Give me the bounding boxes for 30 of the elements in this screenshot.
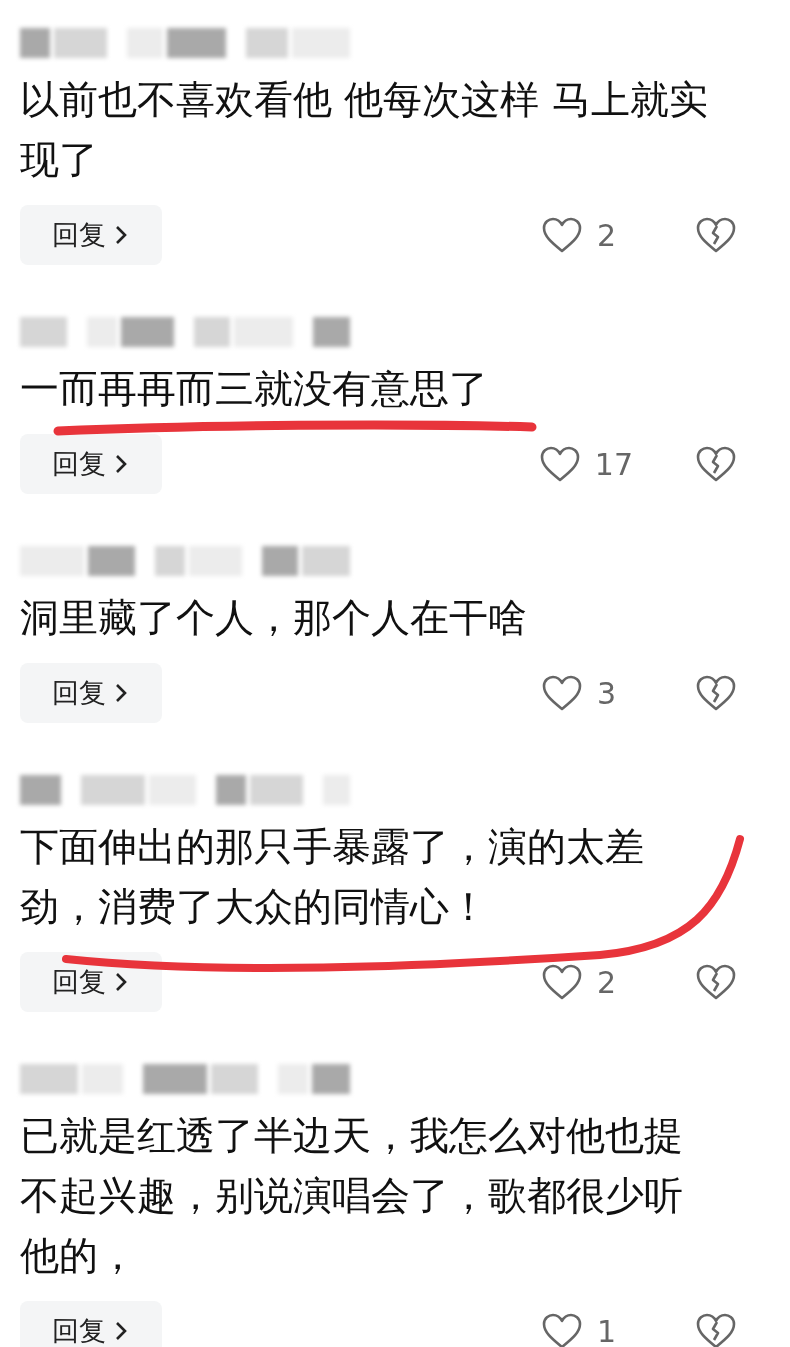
broken-heart-icon[interactable] — [695, 674, 737, 712]
reply-button[interactable]: 回复 — [20, 1301, 162, 1347]
like-count: 2 — [597, 217, 618, 253]
comment-text: 下面伸出的那只手暴露了，演的太差 劲，消费了大众的同情心！ — [20, 823, 645, 931]
comment-text: 以前也不喜欢看他 他每次这样 马上就实 现了 — [20, 76, 709, 184]
heart-icon[interactable] — [541, 963, 583, 1001]
broken-heart-icon[interactable] — [695, 963, 737, 1001]
comment-text: 洞里藏了个人，那个人在干啥 — [20, 594, 528, 642]
reply-button[interactable]: 回复 — [20, 205, 162, 265]
heart-icon[interactable] — [541, 674, 583, 712]
reply-button[interactable]: 回复 — [20, 434, 162, 494]
comment-text: 已就是红透了半边天，我怎么对他也提 不起兴趣，别说演唱会了，歌都很少听 他的， — [20, 1112, 684, 1280]
broken-heart-icon[interactable] — [695, 1312, 737, 1347]
chevron-icon — [114, 224, 128, 246]
heart-icon[interactable] — [538, 445, 581, 483]
like-count: 1 — [597, 1313, 618, 1347]
reply-button[interactable]: 回复 — [20, 663, 162, 723]
chevron-icon — [114, 971, 128, 993]
reply-button[interactable]: 回复 — [20, 952, 162, 1012]
comment-text: 一而再再而三就没有意思了 — [20, 365, 489, 413]
broken-heart-icon[interactable] — [695, 445, 737, 483]
heart-icon[interactable] — [541, 216, 583, 254]
chevron-icon — [114, 682, 128, 704]
like-count: 17 — [594, 446, 633, 482]
like-count: 2 — [597, 964, 618, 1000]
broken-heart-icon[interactable] — [695, 216, 737, 254]
like-count: 3 — [597, 675, 618, 711]
chevron-icon — [114, 1320, 128, 1342]
chevron-icon — [114, 453, 128, 475]
heart-icon[interactable] — [541, 1312, 583, 1347]
